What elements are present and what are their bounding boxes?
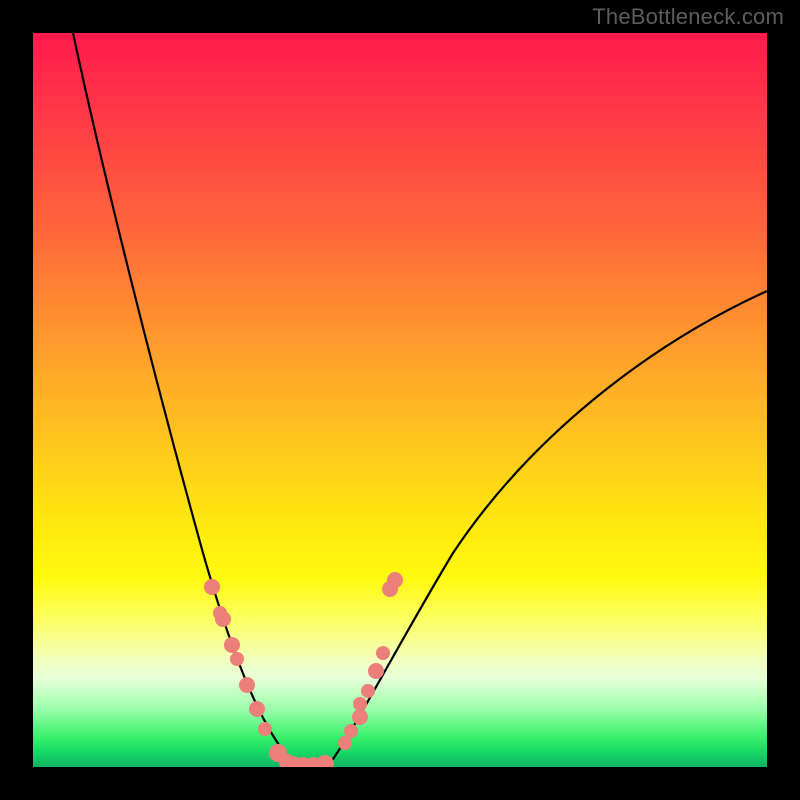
data-dot [215,611,231,627]
data-dot [204,579,220,595]
data-dot [352,709,368,725]
data-dot [258,722,272,736]
data-dot [249,701,265,717]
data-dot [376,646,390,660]
data-dot [344,724,358,738]
data-dot [368,663,384,679]
left-curve [73,33,296,766]
data-dot [353,697,367,711]
watermark-text: TheBottleneck.com [592,4,784,30]
data-dot [239,677,255,693]
right-curve [328,291,767,766]
data-dot [387,572,403,588]
plot-area [33,33,767,767]
data-dot [316,755,334,767]
data-dot [338,736,352,750]
chart-frame: TheBottleneck.com [0,0,800,800]
data-dot [230,652,244,666]
data-dot [224,637,240,653]
curve-layer [33,33,767,767]
data-dot [361,684,375,698]
